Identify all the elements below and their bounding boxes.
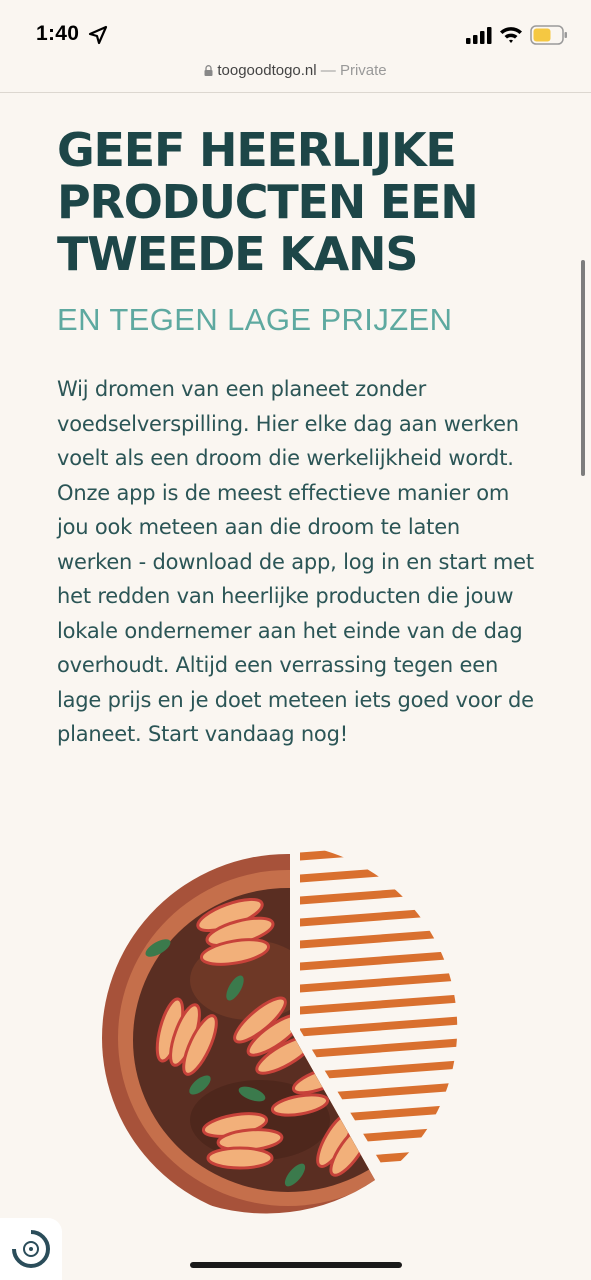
- cellular-signal-icon: [466, 27, 492, 44]
- peach-tart-illustration: [102, 845, 458, 1214]
- status-bar: 1:40: [0, 0, 591, 60]
- wifi-icon: [500, 27, 522, 43]
- recaptcha-badge[interactable]: [0, 1218, 62, 1280]
- scroll-indicator[interactable]: [581, 260, 585, 476]
- browsing-mode-label: Private: [339, 62, 387, 79]
- url-domain: toogoodtogo.nl: [217, 62, 317, 79]
- location-arrow-icon: [88, 25, 108, 45]
- status-time: 1:40: [36, 22, 80, 45]
- page-headline: GEEF HEERLIJKE PRODUCTEN EEN TWEEDE KANS: [57, 123, 479, 281]
- page-subheadline: EN TEGEN LAGE PRIJZEN: [57, 302, 453, 337]
- address-bar[interactable]: toogoodtogo.nl — Private: [0, 60, 591, 93]
- recycle-arrows-icon: [12, 1230, 50, 1268]
- lock-icon: [204, 65, 213, 76]
- battery-icon: [530, 25, 567, 45]
- home-indicator[interactable]: [190, 1262, 402, 1268]
- url-separator: —: [316, 62, 340, 79]
- intro-paragraph: Wij dromen van een planeet zonder voedse…: [57, 377, 534, 746]
